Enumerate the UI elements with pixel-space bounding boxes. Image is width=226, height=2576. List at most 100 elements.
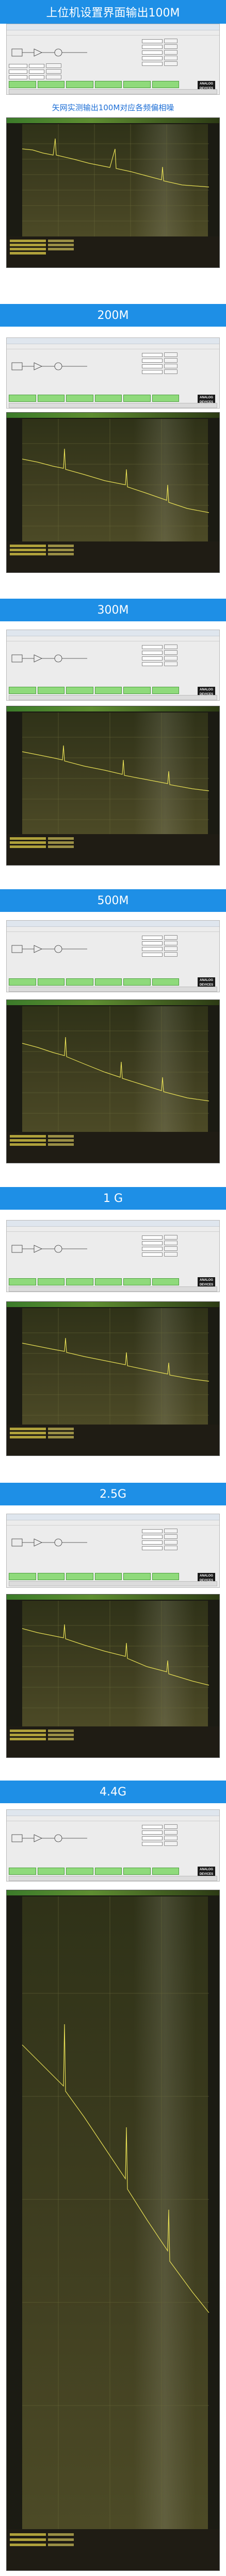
setting-button[interactable] (164, 941, 177, 945)
settings-left (9, 63, 138, 80)
setting-field[interactable] (142, 935, 163, 940)
setting-field[interactable] (142, 358, 163, 363)
setting-button[interactable] (164, 50, 177, 55)
menu-bar (7, 927, 219, 932)
setting-button[interactable] (164, 1534, 177, 1539)
pll-schematic (11, 48, 87, 57)
setting-field[interactable] (142, 44, 163, 49)
setting-button[interactable] (46, 75, 61, 79)
setting-button[interactable] (46, 69, 61, 74)
status-bar (9, 695, 217, 700)
setting-field[interactable] (142, 1246, 163, 1251)
setting-button[interactable] (164, 39, 177, 43)
marker-table (7, 1425, 219, 1455)
setting-field[interactable] (142, 662, 163, 666)
settings-right (142, 352, 193, 375)
spectrum-photo-1g (6, 1301, 220, 1456)
setting-button[interactable] (164, 364, 177, 368)
setting-field[interactable] (142, 50, 163, 55)
spectrum-photo-2-5g (6, 1594, 220, 1758)
setting-field[interactable] (142, 1252, 163, 1257)
window-title-bar (7, 1810, 219, 1816)
setting-field[interactable] (142, 1830, 163, 1835)
setting-button[interactable] (164, 650, 177, 655)
setting-button[interactable] (164, 656, 177, 660)
setting-field[interactable] (142, 1529, 163, 1533)
setting-field[interactable] (142, 56, 163, 60)
setting-field[interactable] (142, 650, 163, 655)
setting-field[interactable] (142, 61, 163, 66)
setting-button[interactable] (164, 1540, 177, 1545)
setting-button[interactable] (164, 1235, 177, 1240)
marker-table (7, 1132, 219, 1163)
setting-button[interactable] (164, 1246, 177, 1251)
setting-field[interactable] (29, 63, 44, 68)
setting-button[interactable] (164, 1841, 177, 1846)
setting-field[interactable] (9, 75, 27, 79)
setting-field[interactable] (142, 656, 163, 660)
setting-field[interactable] (29, 69, 44, 74)
setting-field[interactable] (142, 952, 163, 957)
setting-button[interactable] (164, 1824, 177, 1829)
window-title-bar (7, 921, 219, 927)
setting-button[interactable] (46, 63, 61, 68)
status-bar (9, 987, 217, 992)
setting-button[interactable] (164, 56, 177, 60)
setting-button[interactable] (164, 1836, 177, 1840)
status-indicators (9, 687, 179, 694)
setting-button[interactable] (164, 1241, 177, 1245)
setting-button[interactable] (164, 645, 177, 649)
status-bar (9, 1286, 217, 1292)
setting-field[interactable] (142, 1546, 163, 1550)
setting-field[interactable] (142, 352, 163, 357)
software-panel-100m: ANALOG DEVICES (6, 24, 220, 95)
section-label: 200M (97, 309, 129, 322)
setting-button[interactable] (164, 1830, 177, 1835)
setting-button[interactable] (164, 358, 177, 363)
setting-button[interactable] (164, 662, 177, 666)
marker-table (7, 541, 219, 572)
setting-field[interactable] (142, 1540, 163, 1545)
marker-table (7, 236, 219, 267)
menu-bar (7, 1227, 219, 1232)
setting-button[interactable] (164, 946, 177, 951)
settings-right (142, 1529, 193, 1551)
setting-field[interactable] (29, 75, 44, 79)
status-indicators (9, 1278, 179, 1285)
status-bar (9, 403, 217, 408)
setting-field[interactable] (142, 946, 163, 951)
setting-button[interactable] (164, 1546, 177, 1550)
setting-field[interactable] (142, 1824, 163, 1829)
setting-button[interactable] (164, 44, 177, 49)
menu-bar (7, 344, 219, 349)
setting-field[interactable] (142, 1534, 163, 1539)
pll-schematic (11, 362, 87, 370)
setting-field[interactable] (142, 941, 163, 945)
setting-button[interactable] (164, 352, 177, 357)
section-label: 300M (97, 603, 129, 617)
setting-field[interactable] (142, 645, 163, 649)
setting-field[interactable] (142, 1241, 163, 1245)
setting-button[interactable] (164, 935, 177, 940)
setting-field[interactable] (142, 1836, 163, 1840)
setting-field[interactable] (9, 69, 27, 74)
status-bar (9, 1876, 217, 1881)
settings-right (142, 39, 193, 67)
spectrum-caption: 矢网实测输出100M对应各频偏相噪 (52, 103, 174, 112)
menu-bar (7, 1520, 219, 1526)
pll-schematic (11, 1538, 87, 1547)
setting-field[interactable] (9, 63, 27, 68)
setting-button[interactable] (164, 1529, 177, 1533)
setting-field[interactable] (142, 1841, 163, 1846)
setting-field[interactable] (142, 364, 163, 368)
setting-field[interactable] (142, 1235, 163, 1240)
setting-field[interactable] (142, 39, 163, 43)
window-title-bar (7, 1221, 219, 1227)
setting-button[interactable] (164, 369, 177, 374)
setting-field[interactable] (142, 369, 163, 374)
section-band-2-5g: 2.5G (0, 1483, 226, 1505)
marker-table (7, 1726, 219, 1757)
setting-button[interactable] (164, 1252, 177, 1257)
setting-button[interactable] (164, 61, 177, 66)
setting-button[interactable] (164, 952, 177, 957)
